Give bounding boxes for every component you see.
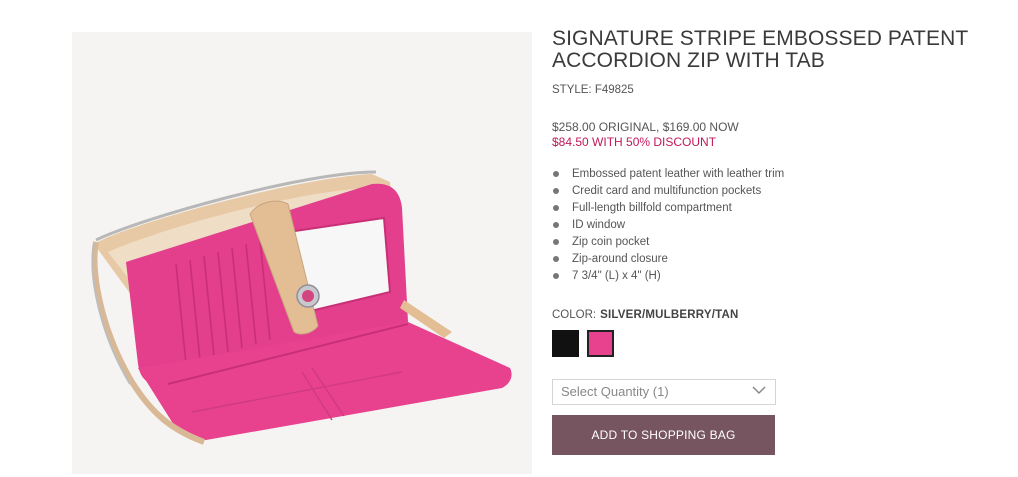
feature-item: Zip coin pocket xyxy=(552,234,992,251)
price-line: $258.00 ORIGINAL, $169.00 NOW xyxy=(552,120,739,134)
bullet-icon xyxy=(553,188,559,194)
swatch-black[interactable] xyxy=(552,330,579,357)
feature-item: Zip-around closure xyxy=(552,251,992,268)
feature-item: Full-length billfold compartment xyxy=(552,200,992,217)
style-number: STYLE: F49825 xyxy=(552,84,634,96)
feature-text: Full-length billfold compartment xyxy=(572,202,732,214)
feature-text: Zip coin pocket xyxy=(572,236,650,248)
product-title-line: ACCORDION ZIP WITH TAB xyxy=(552,49,825,72)
add-to-bag-button[interactable]: ADD TO SHOPPING BAG xyxy=(552,415,775,455)
quantity-select[interactable]: Select Quantity (1) xyxy=(552,379,776,405)
bullet-icon xyxy=(553,256,559,262)
product-page: SIGNATURE STRIPE EMBOSSED PATENT ACCORDI… xyxy=(0,0,1018,477)
wallet-illustration xyxy=(91,170,512,445)
bullet-icon xyxy=(553,273,559,279)
feature-text: Zip-around closure xyxy=(572,253,668,265)
color-swatches xyxy=(552,330,992,357)
feature-item: Credit card and multifunction pockets xyxy=(552,183,992,200)
bullet-icon xyxy=(553,222,559,228)
feature-text: ID window xyxy=(572,219,626,231)
bullet-icon xyxy=(553,239,559,245)
discount-line: $84.50 WITH 50% DISCOUNT xyxy=(552,135,717,149)
feature-item: Embossed patent leather with leather tri… xyxy=(552,166,992,183)
chevron-down-icon xyxy=(752,386,766,395)
feature-text: Embossed patent leather with leather tri… xyxy=(572,168,785,180)
product-image[interactable] xyxy=(72,32,532,474)
quantity-select-label: Select Quantity (1) xyxy=(561,384,669,399)
bullet-icon xyxy=(553,205,559,211)
snap-logo xyxy=(302,290,314,302)
product-title-line: SIGNATURE STRIPE EMBOSSED PATENT xyxy=(552,27,969,50)
color-selector-label: COLOR: SILVER/MULBERRY/TAN xyxy=(552,309,992,321)
bullet-icon xyxy=(553,171,559,177)
feature-item: ID window xyxy=(552,217,992,234)
feature-text: Credit card and multifunction pockets xyxy=(572,185,762,197)
product-title: SIGNATURE STRIPE EMBOSSED PATENT ACCORDI… xyxy=(552,28,992,72)
price-block: $258.00 ORIGINAL, $169.00 NOW $84.50 WIT… xyxy=(552,120,992,150)
feature-item: 7 3/4" (L) x 4" (H) xyxy=(552,268,992,285)
feature-list: Embossed patent leather with leather tri… xyxy=(552,166,992,285)
product-details: SIGNATURE STRIPE EMBOSSED PATENT ACCORDI… xyxy=(552,28,992,455)
swatch-silver-mulberry-tan[interactable] xyxy=(587,330,614,357)
feature-text: 7 3/4" (L) x 4" (H) xyxy=(572,270,661,282)
color-label: COLOR: xyxy=(552,309,597,321)
color-value: SILVER/MULBERRY/TAN xyxy=(600,309,739,321)
